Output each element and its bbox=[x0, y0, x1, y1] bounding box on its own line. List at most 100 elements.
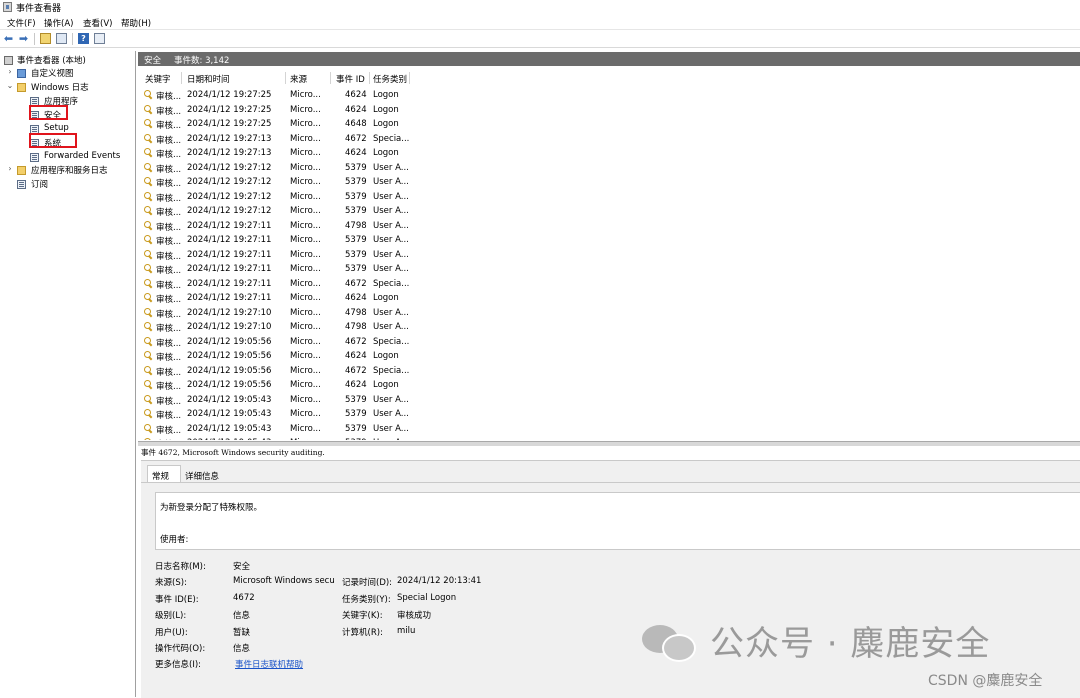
properties-icon[interactable] bbox=[94, 33, 105, 44]
table-row[interactable]: 审核... 2024/1/12 19:05:56 Micro... 4672 Speci… bbox=[141, 364, 1080, 379]
window-title: 事件查看器 bbox=[16, 4, 62, 14]
row-task-category: Logon bbox=[373, 148, 399, 158]
menu-action[interactable]: 操作(A) bbox=[44, 17, 73, 29]
table-row[interactable]: 审核... 2024/1/12 19:27:10 Micro... 4798 User … bbox=[141, 306, 1080, 321]
online-help-link[interactable]: 事件日志联机帮助 bbox=[235, 658, 303, 670]
row-keyword: 审核... bbox=[156, 411, 182, 421]
table-row[interactable]: 审核... 2024/1/12 19:05:43 Micro... 5379 User … bbox=[141, 422, 1080, 437]
row-task-category: User A... bbox=[373, 191, 409, 202]
event-count: 事件数: 3,142 bbox=[174, 56, 230, 66]
column-header-event-id[interactable]: 事件 ID bbox=[336, 73, 365, 85]
row-datetime: 2024/1/12 19:27:13 bbox=[187, 133, 272, 144]
up-folder-icon[interactable] bbox=[40, 33, 51, 44]
table-row[interactable]: 审核... 2024/1/12 19:27:12 Micro... 5379 User … bbox=[141, 175, 1080, 190]
event-id-label: 事件 ID(E): bbox=[155, 595, 199, 605]
table-row[interactable]: 审核... 2024/1/12 19:27:25 Micro... 4624 Logon bbox=[141, 88, 1080, 103]
table-row[interactable]: 审核... 2024/1/12 19:05:43 Micro... 5379 User … bbox=[141, 407, 1080, 422]
table-row[interactable]: 审核... 2024/1/12 19:27:25 Micro... 4648 Logon bbox=[141, 117, 1080, 132]
column-header-source[interactable]: 来源 bbox=[290, 73, 307, 85]
table-row[interactable]: 审核... 2024/1/12 19:27:11 Micro... 5379 User … bbox=[141, 262, 1080, 277]
audit-key-icon bbox=[144, 133, 153, 143]
csdn-watermark: CSDN @麋鹿安全 bbox=[928, 673, 1043, 689]
row-event-id: 5379 bbox=[345, 191, 367, 202]
grid-view-icon[interactable] bbox=[56, 33, 67, 44]
table-row[interactable]: 审核... 2024/1/12 19:27:11 Micro... 4672 Speci… bbox=[141, 277, 1080, 292]
wechat-logo-icon bbox=[642, 621, 698, 662]
toolbar-separator bbox=[34, 33, 35, 45]
column-header-task-category[interactable]: 任务类别 bbox=[373, 73, 407, 85]
row-task-category: Logon bbox=[373, 380, 399, 390]
table-row[interactable]: 审核... 2024/1/12 19:27:13 Micro... 4672 Speci… bbox=[141, 132, 1080, 147]
table-row[interactable]: 审核... 2024/1/12 19:27:11 Micro... 4624 Logon bbox=[141, 291, 1080, 306]
column-separator[interactable] bbox=[369, 72, 370, 84]
table-row[interactable]: 审核... 2024/1/12 19:05:43 Micro... 5379 User … bbox=[141, 393, 1080, 408]
table-row[interactable]: 审核... 2024/1/12 19:27:11 Micro... 4798 User … bbox=[141, 219, 1080, 234]
menu-file[interactable]: 文件(F) bbox=[7, 17, 36, 29]
table-row[interactable]: 审核... 2024/1/12 19:05:56 Micro... 4624 Logon bbox=[141, 349, 1080, 364]
event-message-box[interactable]: 为新登录分配了特殊权限。 使用者: bbox=[155, 492, 1080, 550]
table-row[interactable]: 审核... 2024/1/12 19:05:56 Micro... 4672 Speci… bbox=[141, 335, 1080, 350]
audit-key-icon bbox=[144, 380, 153, 389]
row-datetime: 2024/1/12 19:27:25 bbox=[187, 104, 272, 115]
chevron-right-icon[interactable]: › bbox=[6, 164, 14, 173]
column-header-keywords[interactable]: 关键字 bbox=[145, 73, 171, 85]
column-separator[interactable] bbox=[285, 72, 286, 84]
forward-arrow-icon[interactable]: ➡ bbox=[18, 33, 29, 44]
opcode-label: 操作代码(O): bbox=[155, 644, 206, 654]
audit-key-icon bbox=[144, 191, 153, 201]
audit-key-icon bbox=[144, 119, 153, 128]
row-datetime: 2024/1/12 19:27:25 bbox=[187, 90, 272, 100]
row-datetime: 2024/1/12 19:27:25 bbox=[187, 119, 272, 129]
table-row[interactable]: 审核... 2024/1/12 19:27:13 Micro... 4624 Logon bbox=[141, 146, 1080, 161]
table-row[interactable]: 审核... 2024/1/12 19:27:12 Micro... 5379 User … bbox=[141, 204, 1080, 219]
row-task-category: User A... bbox=[373, 220, 409, 231]
row-keyword: 审核... bbox=[156, 150, 182, 160]
row-keyword: 审核... bbox=[156, 179, 182, 189]
row-keyword: 审核... bbox=[156, 353, 182, 363]
column-separator[interactable] bbox=[409, 72, 410, 84]
tree-root-label: 事件查看器 (本地) bbox=[17, 56, 86, 66]
chevron-down-icon[interactable]: ⌄ bbox=[6, 81, 14, 90]
row-event-id: 5379 bbox=[345, 409, 367, 419]
tab-details[interactable]: 详细信息 bbox=[185, 470, 219, 482]
table-row[interactable]: 审核... 2024/1/12 19:05:56 Micro... 4624 Logon bbox=[141, 378, 1080, 393]
column-separator[interactable] bbox=[181, 72, 182, 84]
row-task-category: User A... bbox=[373, 423, 409, 434]
event-viewer-icon bbox=[4, 56, 13, 65]
log-name-value: 安全 bbox=[233, 562, 251, 572]
table-row[interactable]: 审核... 2024/1/12 19:27:12 Micro... 5379 User … bbox=[141, 190, 1080, 205]
row-keyword: 审核... bbox=[156, 309, 182, 320]
table-row[interactable]: 审核... 2024/1/12 19:27:11 Micro... 5379 User … bbox=[141, 248, 1080, 263]
help-icon[interactable]: ? bbox=[78, 33, 89, 44]
row-source: Micro... bbox=[290, 380, 321, 390]
column-separator[interactable] bbox=[330, 72, 331, 84]
opcode-value: 信息 bbox=[233, 644, 251, 654]
audit-key-icon bbox=[144, 394, 153, 404]
pane-splitter[interactable] bbox=[138, 441, 1080, 446]
row-datetime: 2024/1/12 19:05:56 bbox=[187, 336, 272, 347]
row-keyword: 审核... bbox=[156, 135, 182, 146]
row-source: Micro... bbox=[290, 133, 321, 144]
row-task-category: Logon bbox=[373, 351, 399, 361]
table-row[interactable]: 审核... 2024/1/12 19:27:10 Micro... 4798 User … bbox=[141, 320, 1080, 335]
table-row[interactable]: 审核... 2024/1/12 19:27:12 Micro... 5379 User … bbox=[141, 161, 1080, 176]
column-header-datetime[interactable]: 日期和时间 bbox=[187, 73, 230, 85]
used-by-label: 使用者: bbox=[160, 535, 189, 545]
menu-help[interactable]: 帮助(H) bbox=[121, 17, 151, 29]
chevron-right-icon[interactable]: › bbox=[6, 67, 14, 76]
level-value: 信息 bbox=[233, 611, 251, 621]
tree-setup-label: Setup bbox=[44, 123, 69, 133]
audit-key-icon bbox=[144, 351, 153, 360]
back-arrow-icon[interactable]: ⬅ bbox=[3, 33, 14, 44]
table-row[interactable]: 审核... 2024/1/12 19:27:11 Micro... 5379 User … bbox=[141, 233, 1080, 248]
row-task-category: User A... bbox=[373, 264, 409, 274]
audit-key-icon bbox=[144, 365, 153, 375]
highlight-box-system bbox=[29, 133, 77, 148]
table-row[interactable]: 审核... 2024/1/12 19:27:25 Micro... 4624 Logon bbox=[141, 103, 1080, 118]
menu-view[interactable]: 查看(V) bbox=[83, 17, 112, 29]
row-task-category: User A... bbox=[373, 394, 409, 405]
keywords-label: 关键字(K): bbox=[342, 611, 383, 621]
table-row[interactable]: 审核... 2024/1/12 19:05:43 Micro... 5379 User … bbox=[141, 436, 1080, 440]
tab-general[interactable]: 常规 bbox=[152, 470, 169, 482]
row-keyword: 审核... bbox=[156, 280, 182, 291]
